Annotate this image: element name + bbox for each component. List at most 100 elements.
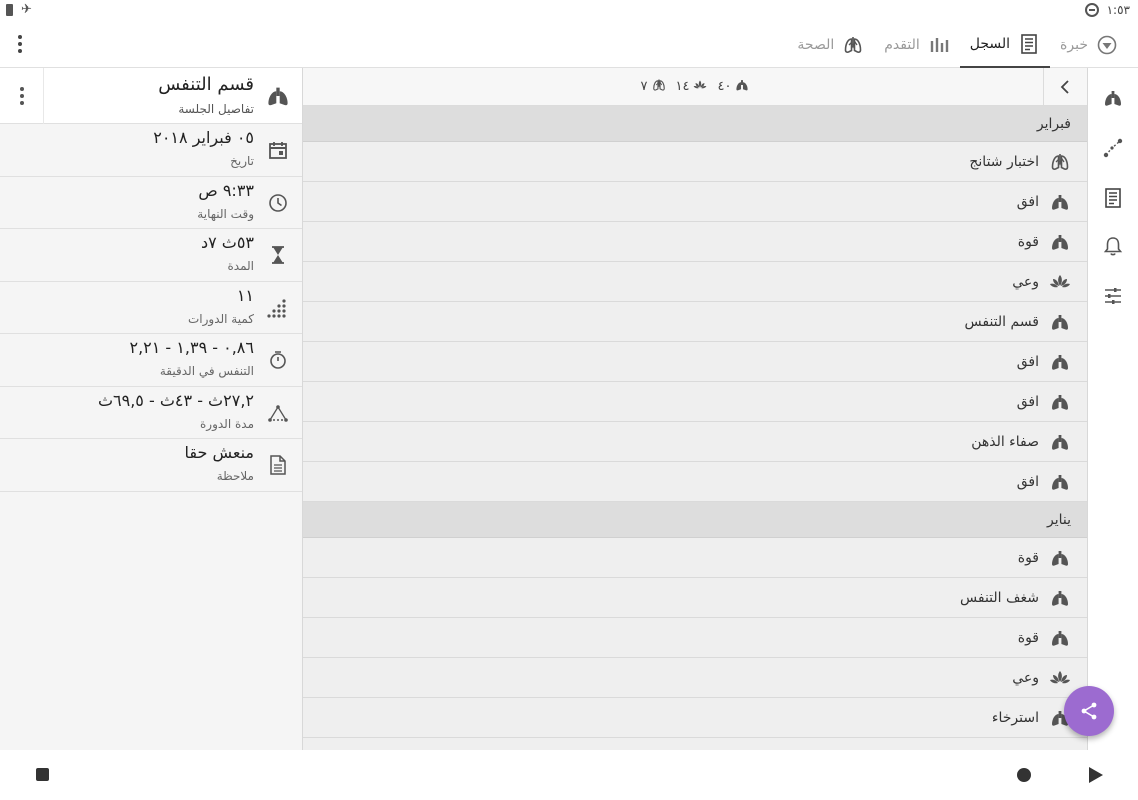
detail-subtitle: تفاصيل الجلسة xyxy=(178,102,254,116)
detail-field-value: ٥٣ث ٧د xyxy=(200,233,254,252)
list-item-label: قوة xyxy=(1017,233,1039,250)
list-item-label: اختبار شتانج xyxy=(969,153,1039,170)
detail-field: ٠٥ فبراير ٢٠١٨ تاريخ xyxy=(0,124,302,177)
home-button[interactable] xyxy=(1017,768,1031,782)
detail-menu-button[interactable] xyxy=(0,68,44,124)
rail-bell-button[interactable] xyxy=(1101,236,1125,260)
lungs-icon xyxy=(1103,88,1123,112)
share-button[interactable] xyxy=(1064,686,1114,736)
calendar-icon xyxy=(266,138,290,162)
list-item-label: استرخاء xyxy=(991,709,1039,726)
app-bar: خبرة السجل التقدم الصحة xyxy=(0,22,1138,68)
dots-grid-icon xyxy=(266,296,290,320)
list-item[interactable]: افق xyxy=(303,462,1087,502)
rail-sliders-button[interactable] xyxy=(1101,286,1125,310)
path-icon xyxy=(1102,137,1124,163)
list-item[interactable]: افق xyxy=(303,382,1087,422)
health-icon xyxy=(652,78,666,96)
list-item[interactable]: وعي xyxy=(303,658,1087,698)
lungs-icon xyxy=(1049,587,1071,609)
meditation-session-count: ١٤ xyxy=(676,78,708,96)
detail-field-label: المدة xyxy=(227,259,254,273)
detail-field-value: ١١ xyxy=(236,285,254,305)
detail-field-value: ٠٥ فبراير ٢٠١٨ xyxy=(153,128,254,147)
list-item-label: قوة xyxy=(1017,629,1039,646)
tab-2[interactable]: التقدم xyxy=(874,22,959,68)
detail-field-label: مدة الدورة xyxy=(200,416,254,431)
tab-label: السجل xyxy=(969,36,1011,52)
back-button[interactable] xyxy=(1089,767,1103,783)
detail-field-label: كمية الدورات xyxy=(187,311,254,326)
lungs-icon xyxy=(1049,231,1071,253)
list-item-label: افق xyxy=(1016,473,1039,490)
detail-field: ١١ كمية الدورات xyxy=(0,281,302,334)
lungs-icon xyxy=(1049,391,1071,413)
hourglass-icon xyxy=(266,243,290,267)
breath-session-count: ٤٠ xyxy=(717,78,749,96)
list-item[interactable]: اختبار شتانج xyxy=(303,142,1087,182)
lotus-icon xyxy=(1049,271,1071,293)
navigation-rail xyxy=(1088,68,1138,750)
log-summary-bar: ٤٠ ١٤ ٧ xyxy=(303,68,1087,106)
detail-field-value: ٠,٨٦ - ١,٣٩ - ٢,٢١ xyxy=(129,338,254,357)
lungs-icon xyxy=(1049,471,1071,493)
month-header: فبراير xyxy=(303,106,1087,142)
sliders-icon xyxy=(1102,285,1124,311)
rail-log-button[interactable] xyxy=(1101,188,1125,212)
tab-3[interactable]: الصحة xyxy=(787,22,874,68)
log-icon xyxy=(1018,33,1040,55)
list-item-label: شغف التنفس xyxy=(960,589,1039,606)
list-item[interactable]: افق xyxy=(303,342,1087,382)
lotus-icon xyxy=(693,78,707,96)
list-item-label: قوة xyxy=(1017,549,1039,566)
bar-chart-icon xyxy=(928,34,950,56)
lungs-icon xyxy=(1049,547,1071,569)
detail-header: قسم التنفس تفاصيل الجلسة xyxy=(0,68,302,124)
detail-field-label: تاريخ xyxy=(230,154,254,168)
tab-1[interactable]: السجل xyxy=(959,22,1051,68)
battery-icon xyxy=(6,4,13,16)
health-session-count: ٧ xyxy=(641,78,666,96)
list-item[interactable]: قوة xyxy=(303,222,1087,262)
overflow-menu-button[interactable] xyxy=(8,32,32,56)
list-item[interactable]: قوة xyxy=(303,538,1087,578)
stopwatch-icon xyxy=(266,348,290,372)
detail-field: ٥٣ث ٧د المدة xyxy=(0,229,302,282)
tab-label: الصحة xyxy=(797,37,835,53)
status-time: ١:٥٣ xyxy=(1106,3,1130,17)
lungs-icon xyxy=(1049,627,1071,649)
list-item-label: وعي xyxy=(1012,669,1039,686)
rail-lungs-button[interactable] xyxy=(1101,88,1125,112)
detail-field: ٠,٨٦ - ١,٣٩ - ٢,٢١ التنفس في الدقيقة xyxy=(0,334,302,387)
do-not-disturb-icon xyxy=(1084,3,1099,17)
tab-0[interactable]: خبرة xyxy=(1050,22,1128,68)
detail-field: ٢٧,٢ث - ٤٣ث - ٦٩,٥ث مدة الدورة xyxy=(0,386,302,439)
note-icon xyxy=(266,453,290,477)
lungs-icon xyxy=(1049,191,1071,213)
detail-field-value: منعش حقا xyxy=(184,443,254,462)
list-item[interactable]: وعي xyxy=(303,262,1087,302)
detail-field-label: ملاحظة xyxy=(216,469,254,483)
lotus-icon xyxy=(1049,667,1071,689)
chevron-left-icon xyxy=(1060,80,1069,94)
health-icon xyxy=(842,34,864,56)
detail-title: قسم التنفس xyxy=(158,74,254,95)
month-header: يناير xyxy=(303,502,1087,538)
recents-button[interactable] xyxy=(36,768,49,781)
list-item[interactable]: صفاء الذهن xyxy=(303,422,1087,462)
list-item[interactable]: قسم التنفس xyxy=(303,302,1087,342)
session-detail-panel: قسم التنفس تفاصيل الجلسة ٠٥ فبراير ٢٠١٨ ت… xyxy=(0,68,302,750)
detail-field-label: وقت النهاية xyxy=(197,206,254,221)
detail-field-value: ٢٧,٢ث - ٤٣ث - ٦٩,٥ث xyxy=(97,390,254,410)
list-item[interactable]: قوة xyxy=(303,618,1087,658)
rail-path-button[interactable] xyxy=(1101,138,1125,162)
clock-icon xyxy=(266,191,290,215)
list-item[interactable]: افق xyxy=(303,182,1087,222)
list-item[interactable]: شغف التنفس xyxy=(303,578,1087,618)
status-bar: ✈ ١:٥٣ xyxy=(0,0,1138,22)
list-item-label: قسم التنفس xyxy=(964,313,1039,330)
detail-field-value: ٩:٣٣ ص xyxy=(198,180,254,200)
collapse-panel-button[interactable] xyxy=(1043,68,1087,106)
list-item[interactable]: استرخاء xyxy=(303,698,1087,738)
lungs-icon xyxy=(735,78,749,96)
